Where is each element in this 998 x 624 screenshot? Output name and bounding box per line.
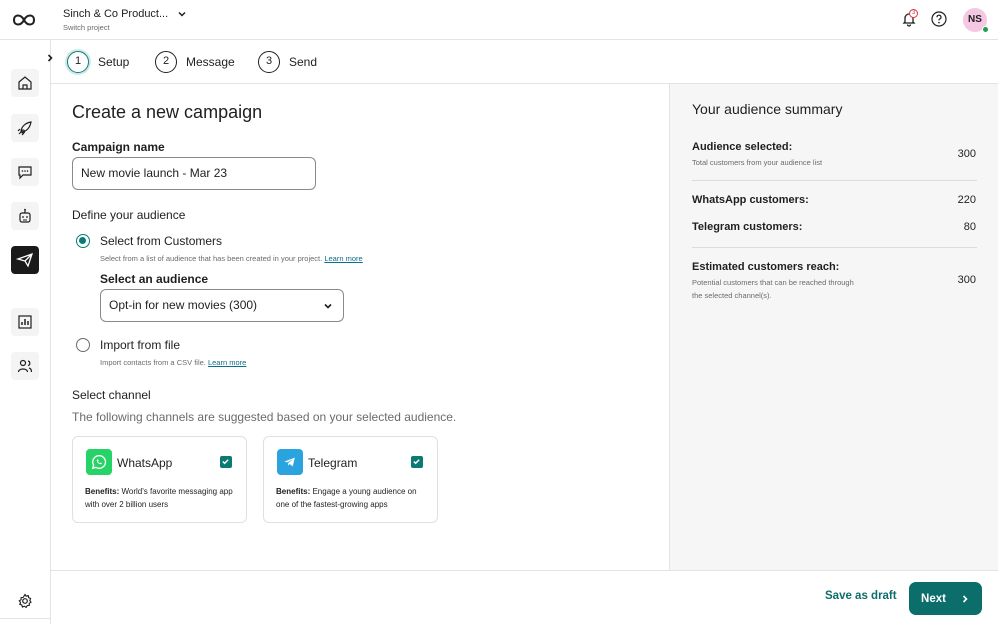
campaign-name-label: Campaign name — [72, 140, 165, 154]
sidebar-item-bots[interactable] — [11, 202, 39, 230]
estimated-reach-label: Estimated customers reach: — [692, 261, 840, 273]
step-setup[interactable]: 1 Setup — [67, 51, 129, 73]
chat-icon — [18, 166, 32, 180]
paper-plane-icon — [16, 252, 34, 268]
channel-benefit: Benefits: Engage a young audience on one… — [276, 485, 426, 511]
learn-more-link[interactable]: Learn more — [324, 254, 362, 263]
telegram-checkbox[interactable] — [411, 456, 423, 468]
audience-selected-sub: Total customers from your audience list — [692, 158, 823, 167]
step-label: Send — [289, 55, 318, 69]
step-send[interactable]: 3 Send — [258, 51, 317, 73]
next-button-label: Next — [921, 592, 946, 605]
page-title: Create a new campaign — [72, 102, 263, 122]
audience-section-label: Define your audience — [72, 208, 186, 222]
whatsapp-customers-label: WhatsApp customers: — [692, 194, 809, 206]
chevron-right-icon — [962, 594, 968, 603]
check-icon — [413, 459, 420, 465]
sidebar-item-conversations[interactable] — [11, 158, 39, 186]
users-icon — [17, 359, 33, 373]
hint-text: Import contacts from a CSV file. — [100, 358, 206, 367]
sidebar-item-contacts[interactable] — [11, 352, 39, 380]
step-message[interactable]: 2 Message — [155, 51, 235, 73]
learn-more-link[interactable]: Learn more — [208, 358, 246, 367]
sidebar-divider — [0, 618, 51, 619]
estimated-reach-value: 300 — [957, 274, 976, 286]
audience-select-value: Opt-in for new movies (300) — [109, 298, 258, 312]
sidebar-item-home[interactable] — [11, 69, 39, 97]
step-number: 2 — [155, 51, 177, 73]
channel-card-telegram[interactable]: Telegram Benefits: Engage a young audien… — [263, 436, 438, 523]
stepper: 1 Setup 2 Message 3 Send — [51, 40, 998, 84]
check-icon — [222, 459, 229, 465]
chevron-down-icon — [178, 11, 186, 17]
channel-hint: The following channels are suggested bas… — [72, 410, 457, 424]
project-switch-label: Switch project — [63, 23, 110, 32]
home-icon — [18, 76, 32, 90]
option-file-hint: Import contacts from a CSV file. Learn m… — [100, 358, 246, 367]
select-audience-label: Select an audience — [100, 272, 209, 286]
whatsapp-icon — [86, 449, 112, 475]
top-bar: Sinch & Co Product... Switch project 3 N… — [0, 0, 998, 40]
whatsapp-customers-value: 220 — [957, 194, 976, 206]
audience-summary-panel: Your audience summary Audience selected:… — [669, 84, 998, 570]
sinch-logo-icon[interactable] — [9, 10, 39, 30]
channel-name: Telegram — [308, 456, 358, 470]
campaign-name-input[interactable]: New movie launch - Mar 23 — [72, 157, 316, 190]
whatsapp-checkbox[interactable] — [220, 456, 232, 468]
hint-text: Select from a list of audience that has … — [100, 254, 323, 263]
summary-divider — [692, 247, 977, 248]
estimated-reach-sub: Potential customers that can be reached … — [692, 278, 854, 300]
notification-badge: 3 — [909, 9, 918, 18]
sidebar-item-launch[interactable] — [11, 114, 39, 142]
option-customers-hint: Select from a list of audience that has … — [100, 254, 363, 263]
step-label: Setup — [98, 55, 130, 69]
telegram-icon — [277, 449, 303, 475]
project-name: Sinch & Co Product... — [63, 8, 169, 20]
telegram-customers-value: 80 — [963, 221, 976, 233]
audience-select[interactable]: Opt-in for new movies (300) — [100, 289, 344, 322]
summary-divider — [692, 180, 977, 181]
project-switcher[interactable]: Sinch & Co Product... Switch project — [63, 8, 188, 32]
next-button[interactable]: Next — [909, 582, 982, 615]
audience-selected-label: Audience selected: — [692, 141, 793, 153]
robot-icon — [19, 208, 31, 223]
telegram-customers-label: Telegram customers: — [692, 221, 803, 233]
benefit-label: Benefits: — [276, 487, 311, 496]
help-icon[interactable] — [931, 11, 947, 27]
footer-actions: Save as draft Next — [51, 570, 998, 624]
radio-select-customers[interactable] — [76, 234, 90, 248]
benefit-label: Benefits: — [85, 487, 120, 496]
gear-icon[interactable] — [17, 593, 33, 609]
channel-name: WhatsApp — [117, 456, 173, 470]
sidebar — [0, 40, 51, 624]
campaign-form: Create a new campaign Campaign name New … — [51, 84, 669, 570]
channel-benefit: Benefits: World's favorite messaging app… — [85, 485, 235, 511]
sidebar-item-campaigns[interactable] — [11, 246, 39, 274]
rocket-icon — [17, 121, 32, 136]
chevron-down-icon — [324, 303, 332, 309]
channel-section-label: Select channel — [72, 388, 151, 402]
online-status-dot — [982, 26, 989, 33]
channel-card-whatsapp[interactable]: WhatsApp Benefits: World's favorite mess… — [72, 436, 247, 523]
option-customers-label[interactable]: Select from Customers — [100, 234, 222, 248]
option-file-label[interactable]: Import from file — [100, 338, 180, 352]
step-label: Message — [186, 55, 235, 69]
save-draft-button[interactable]: Save as draft — [825, 590, 897, 602]
radio-import-file[interactable] — [76, 338, 90, 352]
step-number: 1 — [67, 51, 89, 73]
audience-selected-value: 300 — [957, 148, 976, 160]
step-number: 3 — [258, 51, 280, 73]
sidebar-item-analytics[interactable] — [11, 308, 39, 336]
bar-chart-icon — [18, 315, 32, 329]
summary-title: Your audience summary — [692, 101, 843, 117]
